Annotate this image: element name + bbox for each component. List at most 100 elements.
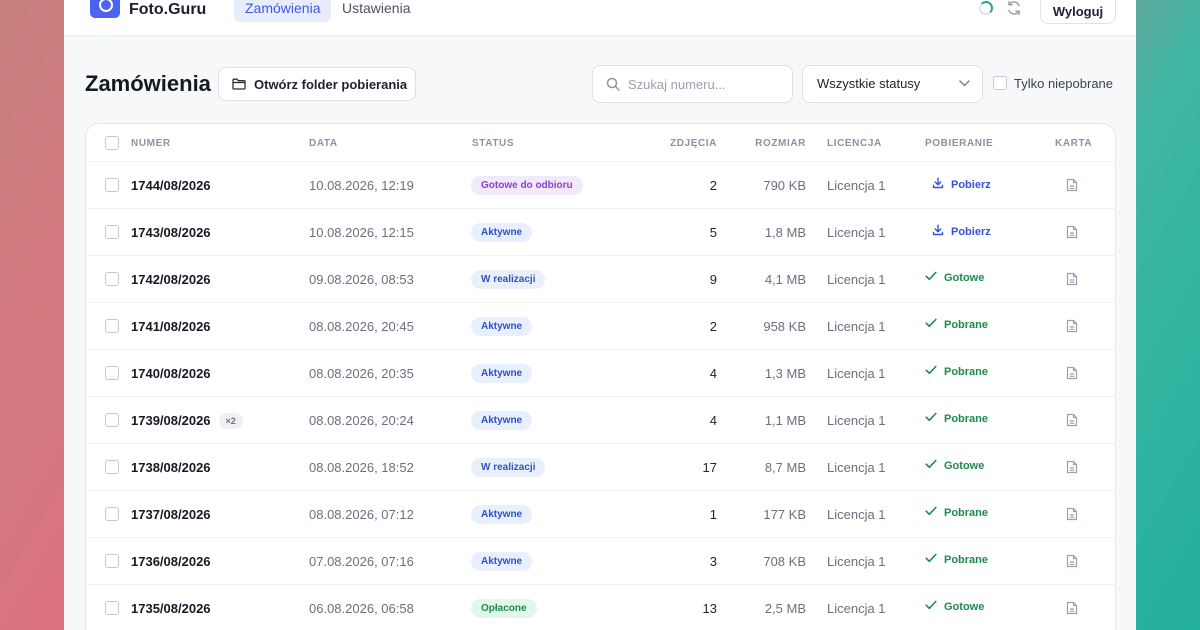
table-row[interactable]: 1743/08/2026 10.08.2026, 12:15 Aktywne 5… [86, 209, 1115, 256]
order-number[interactable]: 1743/08/2026 [131, 225, 211, 240]
select-all-checkbox[interactable] [105, 136, 119, 150]
download-action[interactable]: Gotowe [925, 600, 984, 613]
order-number[interactable]: 1739/08/2026 ×2 [131, 413, 243, 429]
license-name: Licencja 1 [827, 366, 886, 381]
order-size: 4,1 MB [764, 272, 806, 287]
download-action[interactable]: Pobrane [925, 318, 988, 331]
table-row[interactable]: 1741/08/2026 08.08.2026, 20:45 Aktywne 2… [86, 303, 1115, 350]
download-label: Gotowe [944, 271, 985, 284]
download-label: Pobrane [944, 553, 989, 566]
column-header-status[interactable]: STATUS [472, 138, 514, 149]
download-action[interactable]: Pobierz [932, 224, 991, 239]
download-action[interactable]: Pobrane [925, 553, 988, 566]
logo[interactable]: Foto.Guru [90, 0, 206, 20]
photo-count: 1 [709, 507, 717, 522]
document-icon[interactable] [1066, 225, 1078, 239]
document-icon[interactable] [1066, 554, 1078, 568]
document-icon[interactable] [1066, 272, 1078, 286]
order-size: 958 KB [763, 319, 806, 334]
order-date: 06.08.2026, 06:58 [309, 601, 414, 616]
column-header-number[interactable]: NUMER [131, 138, 171, 149]
download-icon [925, 318, 944, 331]
row-checkbox[interactable] [105, 272, 119, 286]
document-icon[interactable] [1066, 507, 1078, 521]
order-date: 09.08.2026, 08:53 [309, 272, 414, 287]
column-header-size[interactable]: ROZMIAR [736, 138, 806, 149]
download-action[interactable]: Gotowe [925, 459, 984, 472]
table-row[interactable]: 1739/08/2026 ×2 08.08.2026, 20:24 Aktywne… [86, 397, 1115, 444]
download-icon [925, 506, 944, 519]
logout-button[interactable]: Wyloguj [1040, 0, 1116, 24]
order-number[interactable]: 1736/08/2026 [131, 554, 211, 569]
download-label: Gotowe [944, 459, 985, 472]
row-checkbox[interactable] [105, 507, 119, 521]
only-not-downloaded-checkbox[interactable] [993, 76, 1007, 90]
download-action[interactable]: Pobrane [925, 412, 988, 425]
document-icon[interactable] [1066, 460, 1078, 474]
status-filter-value: Wszystkie statusy [817, 76, 921, 91]
open-folder-label: Otwórz folder pobierania [254, 76, 408, 92]
table-row[interactable]: 1737/08/2026 08.08.2026, 07:12 Aktywne 1… [86, 491, 1115, 538]
column-header-download[interactable]: POBIERANIE [925, 138, 993, 149]
status-badge: Aktywne [471, 223, 533, 242]
order-number[interactable]: 1738/08/2026 [131, 460, 211, 475]
row-checkbox[interactable] [105, 178, 119, 192]
order-size: 1,8 MB [764, 225, 806, 240]
row-checkbox[interactable] [105, 460, 119, 474]
refresh-icon[interactable] [1006, 0, 1022, 16]
table-row[interactable]: 1744/08/2026 10.08.2026, 12:19 Gotowe do… [86, 162, 1115, 209]
row-checkbox[interactable] [105, 554, 119, 568]
table-row[interactable]: 1735/08/2026 06.08.2026, 06:58 Opłacone … [86, 585, 1115, 630]
row-checkbox[interactable] [105, 413, 119, 427]
search-input[interactable] [628, 76, 778, 92]
status-filter-select[interactable]: Wszystkie statusy [802, 65, 983, 103]
document-icon[interactable] [1066, 319, 1078, 333]
download-action[interactable]: Pobrane [925, 365, 988, 378]
order-number-text: 1738/08/2026 [131, 460, 211, 475]
photo-count: 4 [709, 413, 717, 428]
open-folder-button[interactable]: Otwórz folder pobierania [218, 67, 416, 101]
order-number[interactable]: 1744/08/2026 [131, 178, 211, 193]
only-not-downloaded-label[interactable]: Tylko niepobrane [1014, 76, 1113, 91]
app-name: Foto.Guru [129, 1, 207, 18]
search-box[interactable] [592, 65, 793, 103]
table-row[interactable]: 1740/08/2026 08.08.2026, 20:35 Aktywne 4… [86, 350, 1115, 397]
nav-tab-settings[interactable]: Ustawienia [331, 0, 421, 22]
download-action[interactable]: Pobierz [932, 177, 991, 192]
order-number[interactable]: 1741/08/2026 [131, 319, 211, 334]
order-number[interactable]: 1740/08/2026 [131, 366, 211, 381]
photo-count: 9 [709, 272, 717, 287]
row-checkbox[interactable] [105, 601, 119, 615]
order-number[interactable]: 1737/08/2026 [131, 507, 211, 522]
column-header-date[interactable]: DATA [309, 138, 338, 149]
order-date: 10.08.2026, 12:15 [309, 225, 414, 240]
row-checkbox[interactable] [105, 366, 119, 380]
row-checkbox[interactable] [105, 319, 119, 333]
document-icon[interactable] [1066, 601, 1078, 615]
column-header-card[interactable]: KARTA [1055, 138, 1092, 149]
order-number[interactable]: 1742/08/2026 [131, 272, 211, 287]
photo-count: 3 [709, 554, 717, 569]
column-header-photos[interactable]: ZDJĘCIA [646, 138, 717, 149]
status-badge: Aktywne [471, 364, 533, 383]
row-checkbox[interactable] [105, 225, 119, 239]
download-icon [925, 271, 944, 284]
photo-count: 2 [709, 178, 717, 193]
document-icon[interactable] [1066, 178, 1078, 192]
order-date: 08.08.2026, 20:45 [309, 319, 414, 334]
status-badge: Opłacone [471, 599, 537, 618]
column-header-license[interactable]: LICENCJA [827, 138, 882, 149]
table-row[interactable]: 1736/08/2026 07.08.2026, 07:16 Aktywne 3… [86, 538, 1115, 585]
table-row[interactable]: 1742/08/2026 09.08.2026, 08:53 W realiza… [86, 256, 1115, 303]
nav-tab-orders[interactable]: Zamówienia [234, 0, 332, 22]
table-row[interactable]: 1738/08/2026 08.08.2026, 18:52 W realiza… [86, 444, 1115, 491]
order-date: 08.08.2026, 07:12 [309, 507, 414, 522]
order-number[interactable]: 1735/08/2026 [131, 601, 211, 616]
download-action[interactable]: Pobrane [925, 506, 988, 519]
document-icon[interactable] [1066, 413, 1078, 427]
orders-table: NUMER DATA STATUS ZDJĘCIA ROZMIAR LICENC… [85, 123, 1116, 630]
download-action[interactable]: Gotowe [925, 271, 984, 284]
order-size: 177 KB [763, 507, 806, 522]
document-icon[interactable] [1066, 366, 1078, 380]
status-badge: Aktywne [471, 505, 533, 524]
